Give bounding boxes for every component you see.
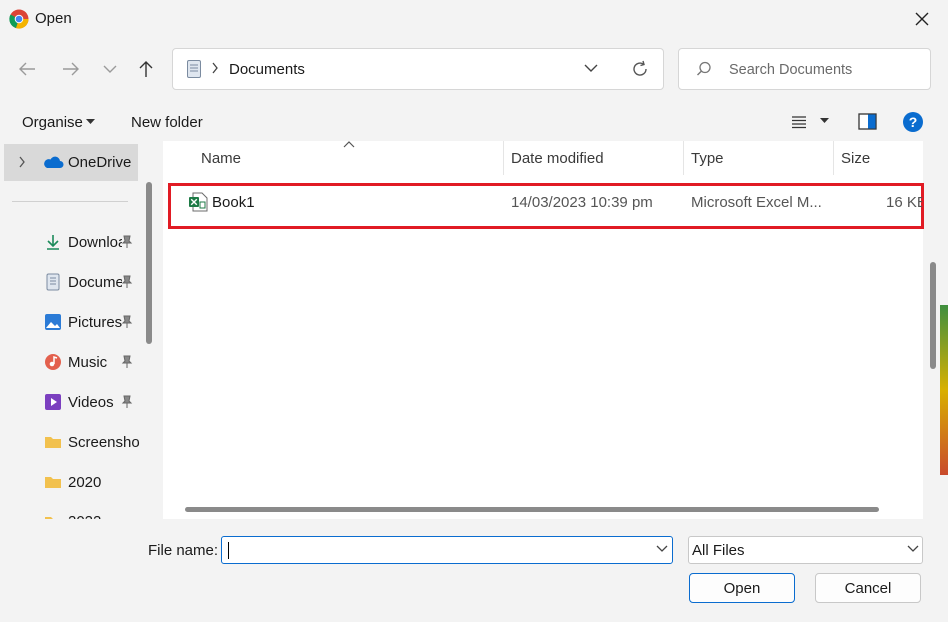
sidebar-label: Downloads [68, 233, 122, 251]
excel-file-icon [189, 192, 208, 212]
recent-locations-button[interactable] [95, 54, 125, 84]
chevron-down-icon[interactable] [907, 545, 919, 553]
sidebar-label: Documents [68, 273, 122, 291]
vertical-scrollbar[interactable] [930, 262, 936, 369]
picture-icon [45, 314, 61, 330]
sidebar-item-pictures[interactable]: Pictures [44, 310, 122, 334]
horizontal-scrollbar[interactable] [185, 507, 879, 512]
file-name-label: File name: [148, 542, 219, 559]
background-window-edge [940, 305, 948, 475]
sidebar-label-onedrive[interactable]: OneDrive [68, 154, 131, 171]
sidebar-label: Pictures [68, 313, 122, 331]
back-button[interactable] [12, 54, 42, 84]
column-header-date[interactable]: Date modified [511, 150, 604, 167]
forward-button[interactable] [56, 54, 86, 84]
sidebar-item-videos[interactable]: Videos [44, 390, 122, 414]
sidebar-label: 2020 [68, 473, 102, 491]
sidebar-label: Music [68, 353, 108, 371]
sidebar-label: Videos [68, 393, 114, 411]
sort-ascending-icon [343, 141, 355, 148]
search-placeholder[interactable]: Search Documents [729, 62, 852, 78]
sidebar-label: 2022 [68, 513, 122, 519]
music-icon [45, 354, 61, 370]
column-divider[interactable] [503, 141, 504, 175]
pin-icon[interactable] [121, 275, 133, 289]
chrome-icon [9, 9, 29, 29]
sidebar-scrollbar[interactable] [146, 182, 152, 344]
video-icon [45, 394, 61, 410]
file-type-filter[interactable]: All Files [688, 536, 923, 564]
chevron-down-icon[interactable] [656, 545, 668, 553]
arrow-left-icon [19, 62, 35, 76]
preview-pane-icon[interactable] [858, 113, 878, 131]
close-icon [915, 12, 929, 26]
view-list-icon[interactable] [790, 113, 808, 131]
new-folder-button[interactable]: New folder [131, 114, 203, 131]
address-bar[interactable]: Documents [172, 48, 664, 90]
file-size: 16 KB [886, 194, 922, 211]
file-name[interactable]: Book1 [212, 194, 255, 211]
window-title: Open [35, 10, 72, 27]
chevron-down-icon[interactable] [583, 61, 599, 75]
chevron-right-icon [212, 62, 218, 74]
organise-button[interactable]: Organise [22, 114, 83, 131]
document-icon [187, 60, 201, 78]
sidebar-item-music[interactable]: Music [44, 350, 122, 374]
pin-icon[interactable] [121, 315, 133, 329]
sidebar-item-2020[interactable]: 2020 [44, 470, 122, 494]
pin-icon[interactable] [121, 235, 133, 249]
caret-down-icon[interactable] [820, 118, 829, 124]
title-bar [0, 0, 945, 38]
text-caret [228, 542, 229, 559]
divider [12, 201, 128, 202]
cloud-icon [44, 156, 64, 168]
open-button[interactable]: Open [689, 573, 795, 603]
search-box[interactable]: Search Documents [678, 48, 931, 90]
chevron-right-icon[interactable] [18, 156, 26, 168]
close-button[interactable] [904, 4, 940, 34]
sidebar-item-screenshots[interactable]: Screenshots [44, 430, 140, 454]
column-header-type[interactable]: Type [691, 150, 724, 167]
sidebar-label: Screenshots [68, 433, 140, 451]
sidebar-item-downloads[interactable]: Downloads [44, 230, 122, 254]
arrow-up-icon [139, 61, 153, 77]
chevron-down-icon [103, 65, 117, 73]
refresh-icon[interactable] [631, 60, 649, 78]
column-divider[interactable] [833, 141, 834, 175]
file-date: 14/03/2023 10:39 pm [511, 194, 653, 211]
column-header-name[interactable]: Name [201, 150, 241, 167]
help-button[interactable]: ? [903, 112, 923, 132]
cancel-button[interactable]: Cancel [815, 573, 921, 603]
download-icon [47, 235, 59, 250]
file-name-input[interactable] [221, 536, 673, 564]
column-header-size[interactable]: Size [841, 150, 870, 167]
folder-icon [45, 517, 61, 519]
folder-icon [45, 437, 61, 448]
file-type: Microsoft Excel M... [691, 194, 821, 211]
arrow-right-icon [63, 62, 79, 76]
folder-icon [45, 477, 61, 488]
pin-icon[interactable] [121, 355, 133, 369]
caret-down-icon[interactable] [86, 119, 95, 125]
search-icon [697, 61, 711, 76]
document-icon [46, 273, 60, 291]
up-button[interactable] [131, 54, 161, 84]
address-path[interactable]: Documents [229, 61, 305, 78]
sidebar-item-2022[interactable]: 2022 [44, 510, 122, 519]
file-type-filter-value[interactable]: All Files [692, 542, 745, 559]
pin-icon[interactable] [121, 395, 133, 409]
column-divider[interactable] [683, 141, 684, 175]
sidebar-item-documents[interactable]: Documents [44, 270, 122, 294]
